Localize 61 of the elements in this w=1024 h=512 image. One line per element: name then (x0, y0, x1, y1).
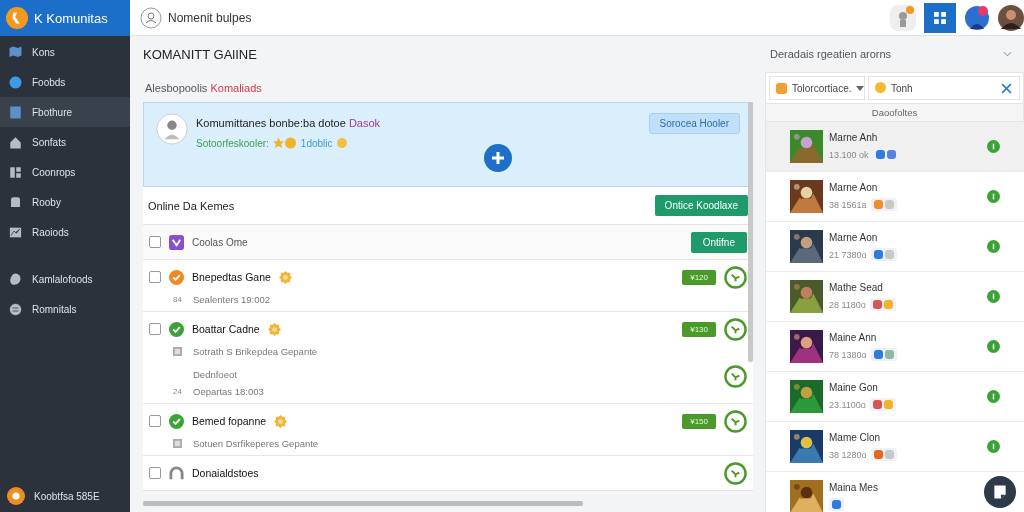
row-detail: Sotrath S Brikepdea Gepante (193, 346, 318, 357)
panel-title: Deradais rgeatien arorns (770, 48, 892, 60)
game-name: Mathe Sead (829, 282, 884, 293)
brand-name: K Komunitas (34, 10, 108, 26)
game-name: Marne Aon (829, 182, 879, 193)
game-meta: 28 1180o (829, 299, 866, 310)
game-name: Maine Gon (829, 382, 879, 393)
game-title: Donaialdstoes (192, 467, 259, 479)
price-tag: ¥150 (682, 413, 716, 429)
row-detail: Sotuen Dsrfikeperes Gepante (193, 438, 319, 449)
row-number: 24 (173, 387, 183, 396)
online-button[interactable]: Ontifne (690, 231, 747, 253)
list-title: Online Da Kemes (148, 199, 235, 212)
game-name: Marne Anh (829, 132, 879, 143)
sidebar-item[interactable]: Romnitals (0, 294, 130, 324)
page-title: Nomenit bulpes (168, 10, 252, 25)
game-title: Boattar Cadne (192, 323, 260, 335)
game-name: Maina Mes (829, 482, 879, 493)
sidebar-item[interactable]: Raoiods (0, 217, 130, 247)
sidebar-item[interactable]: Coonrops (0, 157, 130, 187)
list-action-button[interactable]: Ontice Koodlaxe (654, 195, 748, 216)
row-detail: Oepartas 18:003 (193, 386, 264, 397)
section-label: Daoofoltes (765, 104, 1024, 122)
row-number: 84 (173, 295, 183, 304)
price-tag: ¥120 (682, 269, 716, 285)
game-title: Bnepedtas Gane (192, 271, 271, 283)
card-title: Komumittanes bonbe:ba dotoe Dasok (196, 117, 381, 129)
game-name: Maine Ann (829, 332, 878, 343)
search-field[interactable]: Tonh (868, 76, 1020, 100)
sidebar-item[interactable]: Kons (0, 37, 130, 67)
game-name: Mame Clon (829, 432, 882, 443)
card-button[interactable]: Sorocea Hooler (648, 113, 740, 134)
sidebar-item[interactable]: Fbothure (0, 97, 130, 127)
game-item[interactable]: Maine Gon 23.1100o (766, 372, 1024, 422)
sidebar-item[interactable]: Kamlalofoods (0, 264, 130, 294)
row-label: Coolas Ome (192, 236, 248, 248)
game-item[interactable]: Marne Aon 38 1561a (766, 172, 1024, 222)
game-meta: 13.100 ok (829, 149, 869, 160)
row-detail: Sealenters 19:002 (193, 294, 271, 305)
game-name: Marne Aon (829, 232, 879, 243)
game-item[interactable]: Mathe Sead 28 1180o (766, 272, 1024, 322)
game-title: Bemed fopanne (192, 415, 267, 427)
price-tag: ¥130 (682, 321, 716, 337)
section-heading: KOMANITT GAlINE (143, 47, 258, 63)
game-meta: 21 7380o (829, 249, 867, 260)
row-detail: Dednfoeot (193, 369, 237, 380)
game-item[interactable]: Marne Aon 21 7380o (766, 222, 1024, 272)
game-meta: 23.1100o (829, 399, 866, 410)
game-meta: 78 1380o (829, 349, 867, 360)
footer-label: Koobtfsa 585E (34, 490, 100, 502)
game-item[interactable]: Mame Clon 38 1280o (766, 422, 1024, 472)
game-meta: 38 1280o (829, 449, 867, 460)
category-dropdown[interactable]: Tolorcortiace. (769, 76, 865, 100)
sidebar-item[interactable]: Sonfats (0, 127, 130, 157)
sidebar-item[interactable]: Foobds (0, 67, 130, 97)
subtitle: Alesbopoolis Komaliads (145, 82, 263, 96)
game-meta: 38 1561a (829, 199, 867, 210)
status-label: Sotoorfeskooler: (196, 137, 269, 149)
game-item[interactable]: Maine Ann 78 1380o (766, 322, 1024, 372)
game-item[interactable]: Marne Anh 13.100 ok (766, 122, 1024, 172)
sidebar-item[interactable]: Rooby (0, 187, 130, 217)
